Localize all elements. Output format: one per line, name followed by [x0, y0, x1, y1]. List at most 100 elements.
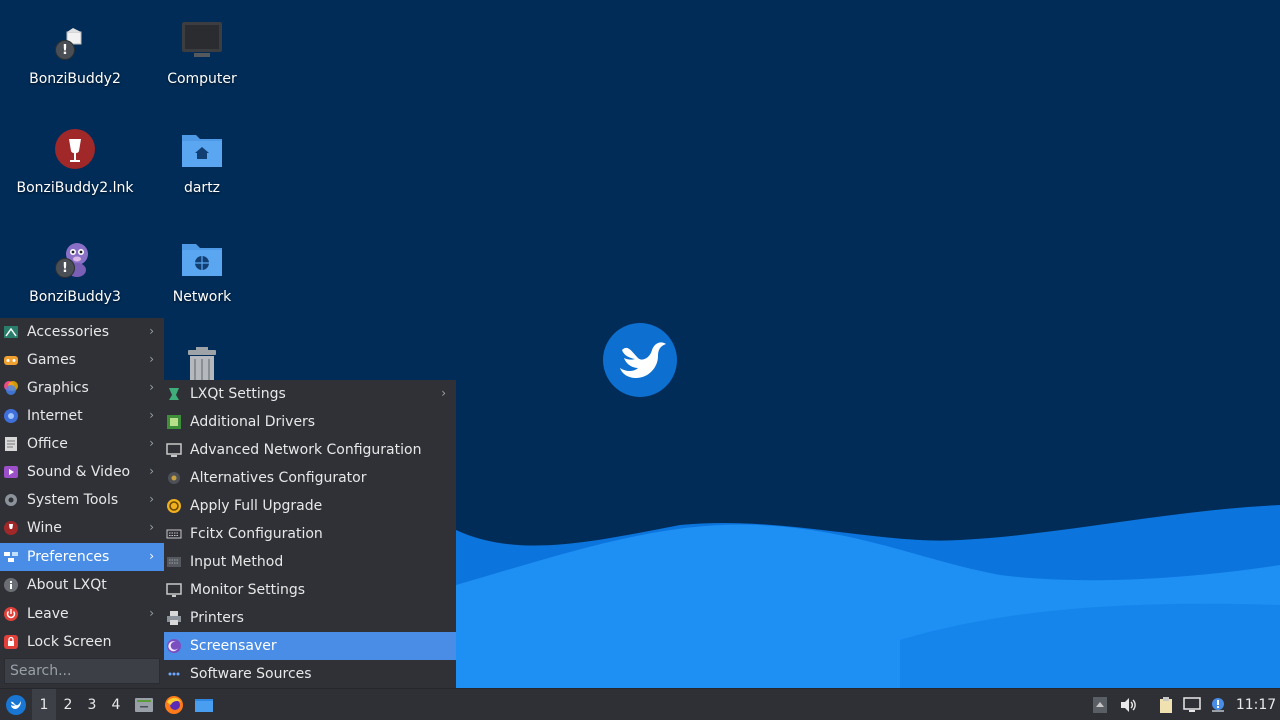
shortcut-icon: ! — [51, 18, 99, 66]
menu-item-preferences[interactable]: Preferences › — [0, 543, 164, 571]
desktop-icon-label: BonziBuddy2.lnk — [16, 180, 134, 196]
desktop-icon-bonzibuddy3[interactable]: ! BonziBuddy3 — [5, 236, 145, 306]
submenu-item-fcitx-configuration[interactable]: Fcitx Configuration — [164, 520, 456, 548]
desktop-icon-bonzibuddy2-lnk[interactable]: BonziBuddy2.lnk — [5, 127, 145, 197]
clipboard-icon — [1160, 697, 1172, 713]
preferences-icon — [3, 549, 19, 565]
chevron-right-icon: › — [149, 352, 154, 366]
menu-item-leave[interactable]: Leave › — [0, 600, 164, 628]
menu-item-accessories[interactable]: Accessories › — [0, 318, 164, 346]
submenu-item-screensaver[interactable]: Screensaver — [164, 632, 456, 660]
office-icon — [3, 436, 19, 452]
submenu-item-monitor-settings[interactable]: Monitor Settings — [164, 576, 456, 604]
chevron-right-icon: › — [149, 324, 154, 338]
desktop-icon-label: BonziBuddy2 — [29, 71, 121, 87]
show-desktop-button[interactable] — [132, 689, 156, 720]
chevron-up-icon — [1093, 697, 1107, 713]
lubuntu-logo-icon — [6, 695, 26, 715]
chevron-right-icon: › — [149, 380, 154, 394]
clock-time: 11:17 — [1235, 697, 1277, 713]
submenu-item-software-sources[interactable]: Software Sources — [164, 660, 456, 688]
bonzi-icon: ! — [51, 236, 99, 284]
internet-icon — [3, 408, 19, 424]
upgrade-icon — [166, 498, 182, 514]
network-icon — [166, 442, 182, 458]
submenu-item-advanced-network[interactable]: Advanced Network Configuration — [164, 436, 456, 464]
menu-item-label: Software Sources — [190, 666, 312, 682]
lock-icon — [3, 634, 19, 650]
desktop-switch-1[interactable]: 1 — [32, 689, 56, 720]
keyboard-icon — [166, 526, 182, 542]
desktop-icon-network[interactable]: Network — [132, 236, 272, 306]
menu-item-label: Graphics — [27, 380, 89, 396]
menu-item-sound-video[interactable]: Sound & Video › — [0, 458, 164, 486]
menu-item-label: Printers — [190, 610, 244, 626]
desktop-icon-label: Computer — [167, 71, 237, 87]
menu-item-wine[interactable]: Wine › — [0, 514, 164, 542]
keyboard-icon — [166, 554, 182, 570]
menu-item-label: Wine — [27, 520, 62, 536]
menu-item-label: Monitor Settings — [190, 582, 306, 598]
tray-expand-button[interactable] — [1090, 689, 1110, 720]
file-manager-launcher[interactable] — [192, 689, 216, 720]
clock[interactable]: 11:17 — [1234, 689, 1278, 720]
menu-search-input[interactable] — [4, 658, 160, 684]
chevron-right-icon: › — [149, 549, 154, 563]
desktop-switch-4[interactable]: 4 — [104, 689, 128, 720]
printer-icon — [166, 610, 182, 626]
chevron-right-icon: › — [149, 408, 154, 422]
warning-icon: ! — [55, 258, 75, 278]
menu-item-system-tools[interactable]: System Tools › — [0, 486, 164, 514]
menu-item-label: Accessories — [27, 324, 110, 340]
desktop-switch-3[interactable]: 3 — [80, 689, 104, 720]
warning-icon: ! — [55, 40, 75, 60]
chevron-right-icon: › — [149, 606, 154, 620]
desktop-icon-computer[interactable]: Computer — [132, 18, 272, 88]
main-menu: Accessories › Games › Graphics › Interne… — [0, 318, 164, 688]
preferences-submenu: LXQt Settings › Additional Drivers Advan… — [164, 380, 456, 688]
alternatives-icon — [166, 470, 182, 486]
menu-item-label: Lock Screen — [27, 634, 112, 650]
submenu-item-additional-drivers[interactable]: Additional Drivers — [164, 408, 456, 436]
software-sources-icon — [166, 666, 182, 682]
chevron-right-icon: › — [149, 492, 154, 506]
wine-icon — [3, 520, 19, 536]
menu-item-lock-screen[interactable]: Lock Screen — [0, 628, 164, 656]
chip-icon — [166, 414, 182, 430]
network-button[interactable] — [1180, 689, 1204, 720]
desktop-icon-bonzibuddy2[interactable]: ! BonziBuddy2 — [5, 18, 145, 88]
desktop-switch-2[interactable]: 2 — [56, 689, 80, 720]
menu-item-about-lxqt[interactable]: About LXQt — [0, 571, 164, 599]
volume-button[interactable] — [1116, 689, 1140, 720]
taskbar: 1 2 3 4 11:17 — [0, 688, 1280, 720]
menu-item-label: Alternatives Configurator — [190, 470, 367, 486]
volume-icon — [1121, 698, 1136, 712]
menu-item-graphics[interactable]: Graphics › — [0, 374, 164, 402]
submenu-item-printers[interactable]: Printers — [164, 604, 456, 632]
folder-icon — [195, 699, 213, 712]
desktop-icon-label: Network — [172, 289, 232, 305]
menu-item-office[interactable]: Office › — [0, 430, 164, 458]
notifications-button[interactable] — [1206, 689, 1230, 720]
clipboard-button[interactable] — [1154, 689, 1178, 720]
start-menu-button[interactable] — [2, 689, 30, 720]
computer-icon — [178, 18, 226, 66]
system-tools-icon — [3, 492, 19, 508]
submenu-item-alternatives-configurator[interactable]: Alternatives Configurator — [164, 464, 456, 492]
desktop-number: 3 — [87, 697, 97, 713]
wine-glass-icon — [51, 127, 99, 175]
menu-item-internet[interactable]: Internet › — [0, 402, 164, 430]
menu-item-games[interactable]: Games › — [0, 346, 164, 374]
desktop-number: 1 — [39, 697, 49, 713]
firefox-launcher[interactable] — [162, 689, 186, 720]
submenu-item-input-method[interactable]: Input Method — [164, 548, 456, 576]
desktop-icon-dartz[interactable]: dartz — [132, 127, 272, 197]
info-icon — [3, 577, 19, 593]
submenu-item-lxqt-settings[interactable]: LXQt Settings › — [164, 380, 456, 408]
menu-item-label: System Tools — [27, 492, 119, 508]
firefox-icon — [165, 696, 183, 714]
menu-item-label: LXQt Settings — [190, 386, 286, 402]
desktop-number: 4 — [111, 697, 121, 713]
submenu-item-apply-full-upgrade[interactable]: Apply Full Upgrade — [164, 492, 456, 520]
menu-item-label: Advanced Network Configuration — [190, 442, 422, 458]
